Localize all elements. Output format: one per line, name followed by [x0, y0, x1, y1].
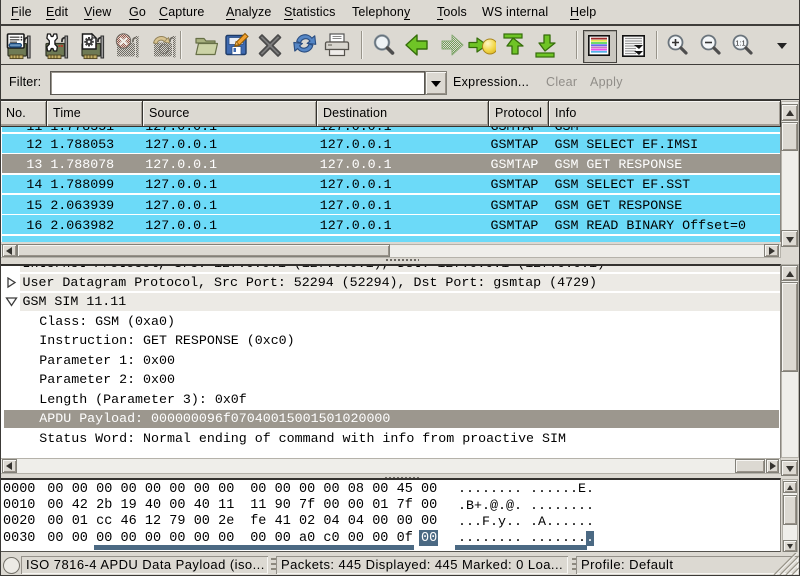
- svg-text:1:1: 1:1: [735, 39, 745, 48]
